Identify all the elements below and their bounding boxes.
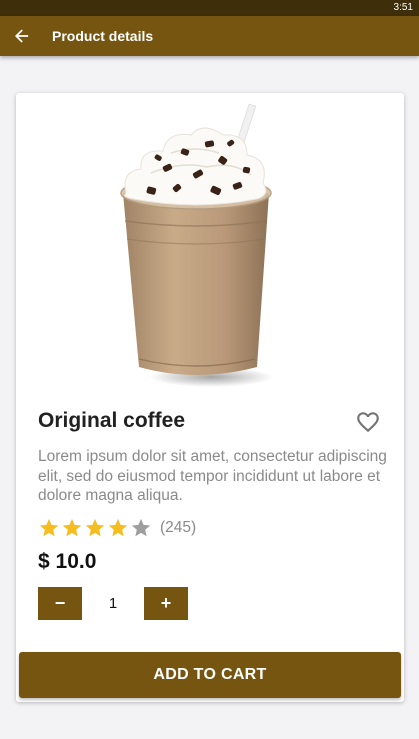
product-description: Lorem ipsum dolor sit amet, consectetur … — [38, 448, 387, 504]
back-button[interactable] — [10, 24, 34, 48]
status-time: 3:51 — [393, 2, 413, 13]
quantity-value: 1 — [108, 595, 118, 612]
product-name: Original coffee — [38, 409, 186, 432]
heart-outline-icon — [357, 412, 379, 433]
star-filled-icon — [39, 518, 59, 537]
product-image — [120, 103, 273, 387]
rating-stars — [38, 517, 153, 539]
rating-count: (245) — [160, 519, 197, 536]
increment-button[interactable]: + — [144, 587, 188, 620]
star-empty-icon — [131, 518, 151, 537]
page-title: Product details — [52, 28, 154, 44]
status-bar: 3:51 — [0, 0, 419, 16]
plus-icon: + — [160, 593, 172, 613]
arrow-back-icon — [15, 29, 29, 43]
favorite-button[interactable] — [355, 409, 381, 435]
add-to-cart-button[interactable]: ADD TO CART — [19, 652, 401, 698]
rating: (245) — [38, 517, 196, 539]
star-filled-icon — [108, 518, 128, 537]
decrement-button[interactable]: − — [38, 587, 82, 620]
product-price: $ 10.0 — [38, 550, 97, 573]
star-filled-icon — [62, 518, 82, 537]
app-bar: Product details — [0, 16, 419, 56]
minus-icon: − — [54, 593, 66, 613]
product-card: Original coffee Lorem ipsum dolor sit am… — [16, 93, 404, 702]
star-filled-icon — [85, 518, 105, 537]
